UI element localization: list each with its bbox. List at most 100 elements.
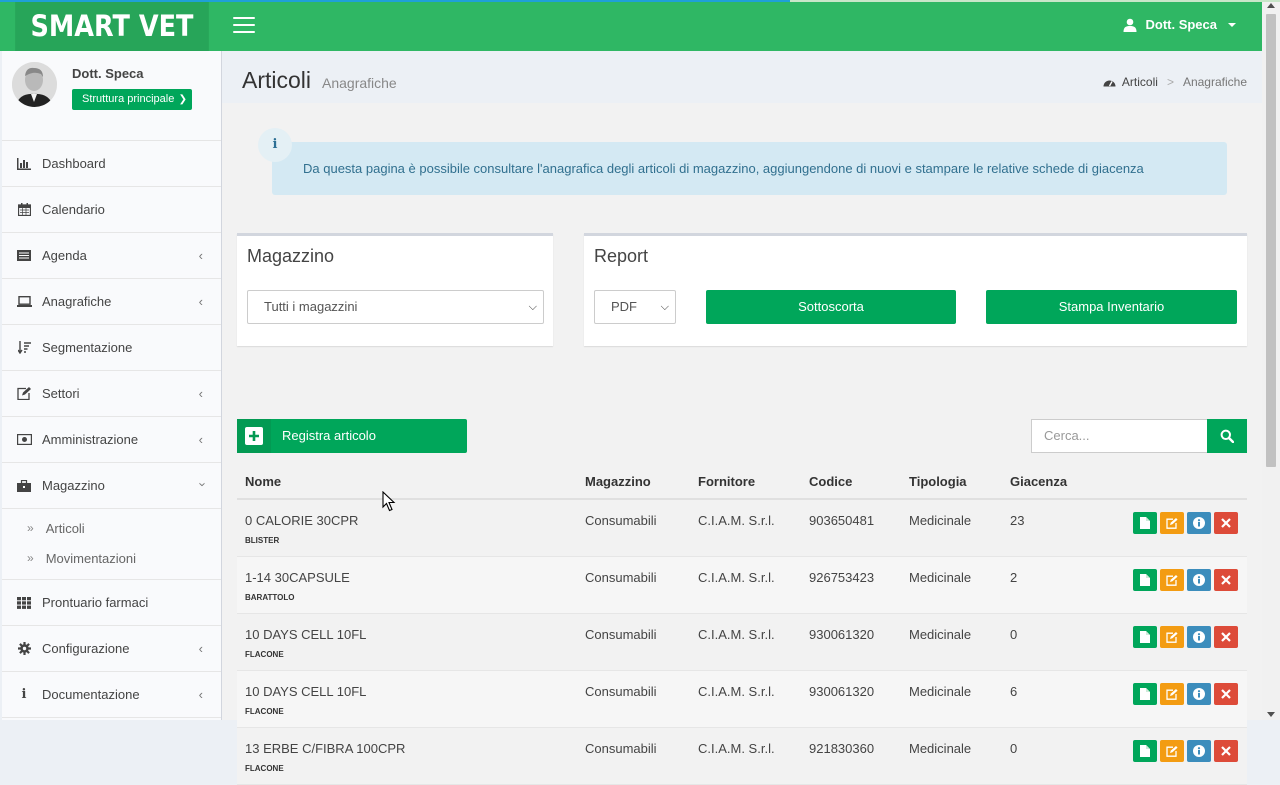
info-callout: Da questa pagina è possibile consultare …	[272, 142, 1227, 195]
page-scrollbar[interactable]	[1262, 0, 1280, 720]
cell-giacenza: 6	[1010, 684, 1018, 699]
sidebar-item-configurazione[interactable]: Configurazione ‹	[2, 626, 221, 672]
sottoscorta-button[interactable]: Sottoscorta	[706, 290, 956, 324]
edit-icon	[1166, 574, 1178, 586]
loading-bar	[0, 0, 1280, 2]
file-icon	[1140, 631, 1150, 643]
delete-button[interactable]	[1214, 626, 1238, 648]
scroll-up-icon[interactable]	[1267, 3, 1275, 8]
user-icon	[1123, 18, 1137, 32]
cell-confezione: FLACONE	[245, 707, 284, 716]
chevron-left-icon: ‹	[198, 432, 203, 447]
scheda-button[interactable]	[1133, 512, 1157, 534]
edit-button[interactable]	[1160, 626, 1184, 648]
cell-tipologia: Medicinale	[909, 570, 972, 585]
sidebar-item-label: Calendario	[42, 202, 105, 217]
sidebar-item-magazzino[interactable]: Magazzino ‹	[2, 463, 221, 509]
scrollbar-thumb[interactable]	[1266, 14, 1276, 467]
sidebar-item-agenda[interactable]: Agenda ‹	[2, 233, 221, 279]
report-box: Report PDF ⌵ Sottoscorta Stampa Inventari…	[584, 233, 1247, 346]
scheda-button[interactable]	[1133, 626, 1157, 648]
breadcrumb-home[interactable]: Articoli	[1122, 75, 1158, 89]
structure-select[interactable]: Struttura principale ❯	[72, 89, 192, 110]
magazzino-select[interactable]: Tutti i magazzini ⌵	[247, 290, 544, 324]
user-menu[interactable]: Dott. Speca	[1123, 17, 1236, 32]
delete-button[interactable]	[1214, 512, 1238, 534]
search-button[interactable]	[1207, 419, 1247, 453]
structure-select-value: Struttura principale	[82, 93, 175, 105]
sidebar-item-amministrazione[interactable]: Amministrazione ‹	[2, 417, 221, 463]
edit-button[interactable]	[1160, 683, 1184, 705]
briefcase-icon	[16, 479, 32, 492]
cell-confezione: BLISTER	[245, 536, 280, 545]
delete-button[interactable]	[1214, 740, 1238, 762]
cell-magazzino: Consumabili	[585, 627, 657, 642]
breadcrumb: Articoli > Anagrafiche	[1103, 75, 1247, 89]
sidebar-item-documentazione[interactable]: i Documentazione ‹	[2, 672, 221, 718]
delete-button[interactable]	[1214, 569, 1238, 591]
sidebar-item-prontuario[interactable]: Prontuario farmaci	[2, 580, 221, 626]
sidebar-item-label: Anagrafiche	[42, 294, 112, 309]
column-header-codice[interactable]: Codice	[809, 474, 852, 489]
sidebar-item-calendario[interactable]: Calendario	[2, 187, 221, 233]
register-article-button[interactable]: Registra articolo	[237, 419, 467, 453]
chevron-down-icon: ⌵	[660, 301, 669, 313]
cell-tipologia: Medicinale	[909, 627, 972, 642]
info-button[interactable]	[1187, 740, 1211, 762]
delete-button[interactable]	[1214, 683, 1238, 705]
table-row: 10 DAYS CELL 10FL FLACONE Consumabili C.…	[237, 671, 1247, 728]
column-header-nome[interactable]: Nome	[245, 474, 281, 489]
report-format-select[interactable]: PDF ⌵	[594, 290, 676, 324]
scroll-down-icon[interactable]	[1267, 712, 1275, 717]
scheda-button[interactable]	[1133, 683, 1157, 705]
sidebar-item-dashboard[interactable]: Dashboard	[2, 141, 221, 187]
sidebar-subitem-articoli[interactable]: » Articoli	[2, 513, 221, 543]
sidebar-toggle-icon[interactable]	[233, 17, 255, 33]
cell-codice: 903650481	[809, 513, 875, 528]
edit-icon	[1166, 688, 1178, 700]
laptop-icon	[16, 296, 32, 307]
search-input[interactable]: Cerca...	[1031, 419, 1208, 453]
double-angle-right-icon: »	[27, 551, 34, 565]
breadcrumb-separator: >	[1166, 75, 1174, 89]
cell-fornitore: C.I.A.M. S.r.l.	[698, 684, 775, 699]
row-actions	[1133, 626, 1238, 648]
info-circle-icon	[1193, 574, 1205, 586]
sidebar-item-segmentazione[interactable]: Segmentazione	[2, 325, 221, 371]
sidebar-user-name: Dott. Speca	[72, 66, 144, 81]
cell-confezione: FLACONE	[245, 650, 284, 659]
info-button[interactable]	[1187, 512, 1211, 534]
cell-codice: 930061320	[809, 627, 875, 642]
caret-down-icon	[1228, 22, 1236, 27]
row-actions	[1133, 512, 1238, 534]
scheda-button[interactable]	[1133, 740, 1157, 762]
column-header-giacenza[interactable]: Giacenza	[1010, 474, 1067, 489]
stampa-inventario-button[interactable]: Stampa Inventario	[986, 290, 1237, 324]
cell-giacenza: 0	[1010, 741, 1018, 756]
info-button[interactable]	[1187, 683, 1211, 705]
sidebar-item-anagrafiche[interactable]: Anagrafiche ‹	[2, 279, 221, 325]
articles-table: Nome Magazzino Fornitore Codice Tipologi…	[237, 465, 1247, 785]
column-header-magazzino[interactable]: Magazzino	[585, 474, 651, 489]
app-logo[interactable]: SMART VET	[15, 2, 209, 51]
edit-button[interactable]	[1160, 740, 1184, 762]
column-header-fornitore[interactable]: Fornitore	[698, 474, 755, 489]
main-content: Articoli Anagrafiche Articoli > Anagrafi…	[222, 51, 1262, 785]
chevron-left-icon: ‹	[198, 386, 203, 401]
sidebar-item-settori[interactable]: Settori ‹	[2, 371, 221, 417]
info-button[interactable]	[1187, 569, 1211, 591]
edit-button[interactable]	[1160, 512, 1184, 534]
info-circle-icon	[1193, 517, 1205, 529]
scheda-button[interactable]	[1133, 569, 1157, 591]
sidebar-subitem-movimentazioni[interactable]: » Movimentazioni	[2, 543, 221, 573]
file-icon	[1140, 688, 1150, 700]
info-callout-text: Da questa pagina è possibile consultare …	[303, 161, 1144, 176]
info-button[interactable]	[1187, 626, 1211, 648]
edit-button[interactable]	[1160, 569, 1184, 591]
sidebar-item-label: Settori	[42, 386, 80, 401]
info-circle-icon	[1193, 745, 1205, 757]
sidebar-item-label: Amministrazione	[42, 432, 139, 447]
column-header-tipologia[interactable]: Tipologia	[909, 474, 967, 489]
plus-square-icon	[237, 419, 271, 453]
chevron-left-icon: ‹	[198, 641, 203, 656]
